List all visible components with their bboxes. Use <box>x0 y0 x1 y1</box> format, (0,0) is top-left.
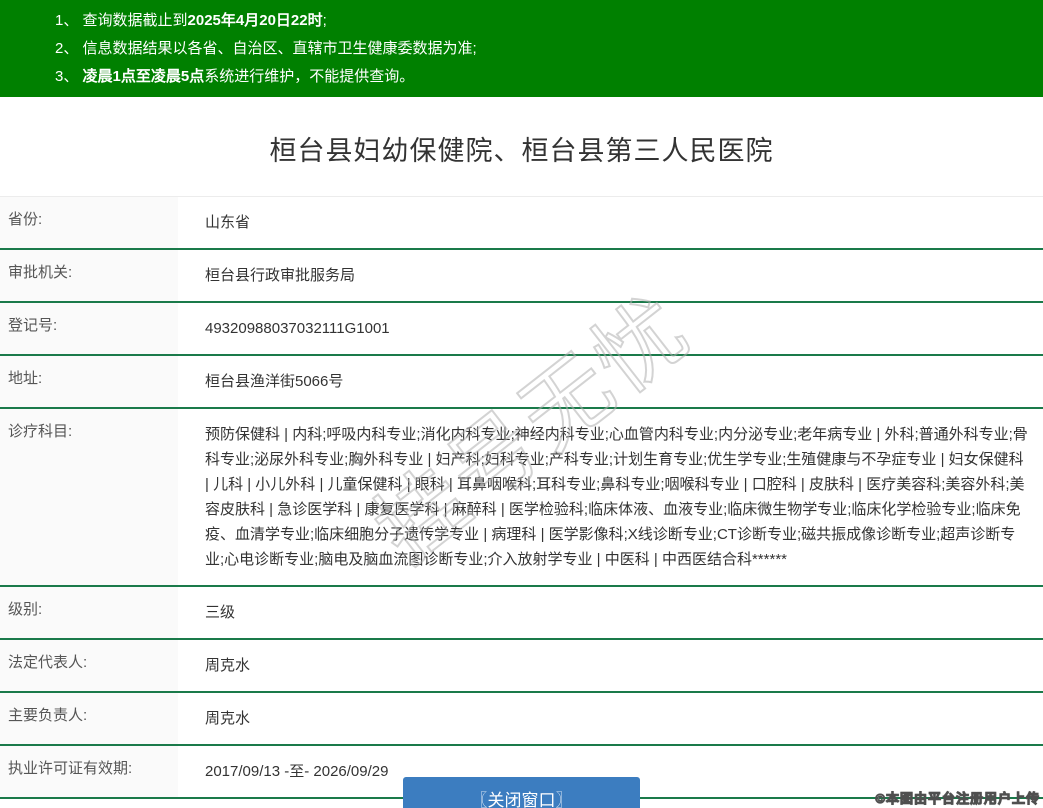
notice-line-2: 2、 信息数据结果以各省、自治区、直辖市卫生健康委数据为准; <box>55 35 1043 63</box>
info-label: 主要负责人: <box>0 693 178 744</box>
notice-banner: 1、 查询数据截止到2025年4月20日22时; 2、 信息数据结果以各省、自治… <box>0 0 1043 97</box>
info-label: 执业许可证有效期: <box>0 746 178 797</box>
info-value: 49320988037032111G1001 <box>178 303 1043 354</box>
info-row-address: 地址: 桓台县渔洋街5066号 <box>0 356 1043 409</box>
info-label: 登记号: <box>0 303 178 354</box>
notice-bold: 2025年4月20日22时 <box>188 12 323 29</box>
query-result-page: 1、 查询数据截止到2025年4月20日22时; 2、 信息数据结果以各省、自治… <box>0 0 1043 808</box>
info-row-person-in-charge: 主要负责人: 周克水 <box>0 693 1043 746</box>
notice-text: 3、 <box>55 68 83 85</box>
notice-line-1: 1、 查询数据截止到2025年4月20日22时; <box>55 7 1043 35</box>
info-label: 审批机关: <box>0 250 178 301</box>
info-row-medical-departments: 诊疗科目: 预防保健科 | 内科;呼吸内科专业;消化内科专业;神经内科专业;心血… <box>0 409 1043 587</box>
notice-bold: 凌晨1点至凌晨5点 <box>83 68 205 85</box>
info-row-registration-number: 登记号: 49320988037032111G1001 <box>0 303 1043 356</box>
info-value: 三级 <box>178 587 1043 638</box>
info-row-province: 省份: 山东省 <box>0 197 1043 250</box>
info-label: 地址: <box>0 356 178 407</box>
page-title: 桓台县妇幼保健院、桓台县第三人民医院 <box>0 97 1043 196</box>
info-value: 桓台县行政审批服务局 <box>178 250 1043 301</box>
notice-text: 2、 信息数据结果以各省、自治区、直辖市卫生健康委数据为准; <box>55 40 477 57</box>
corner-watermark: ©本图由平台注册用户上传 <box>875 788 1040 807</box>
info-value: 预防保健科 | 内科;呼吸内科专业;消化内科专业;神经内科专业;心血管内科专业;… <box>178 409 1043 585</box>
info-row-legal-representative: 法定代表人: 周克水 <box>0 640 1043 693</box>
notice-text: 系统进行维护，不能提供查询。 <box>204 68 414 85</box>
info-label: 诊疗科目: <box>0 409 178 585</box>
notice-line-3: 3、 凌晨1点至凌晨5点系统进行维护，不能提供查询。 <box>55 63 1043 91</box>
notice-text: ; <box>323 12 327 29</box>
info-label: 省份: <box>0 197 178 248</box>
info-value: 周克水 <box>178 693 1043 744</box>
info-row-approval-authority: 审批机关: 桓台县行政审批服务局 <box>0 250 1043 303</box>
info-table: 省份: 山东省 审批机关: 桓台县行政审批服务局 登记号: 4932098803… <box>0 196 1043 799</box>
info-row-level: 级别: 三级 <box>0 587 1043 640</box>
info-value: 桓台县渔洋街5066号 <box>178 356 1043 407</box>
info-label: 级别: <box>0 587 178 638</box>
info-value: 山东省 <box>178 197 1043 248</box>
info-value: 周克水 <box>178 640 1043 691</box>
info-label: 法定代表人: <box>0 640 178 691</box>
close-window-button[interactable]: 〖关闭窗口〗 <box>403 777 640 808</box>
notice-text: 1、 查询数据截止到 <box>55 12 188 29</box>
